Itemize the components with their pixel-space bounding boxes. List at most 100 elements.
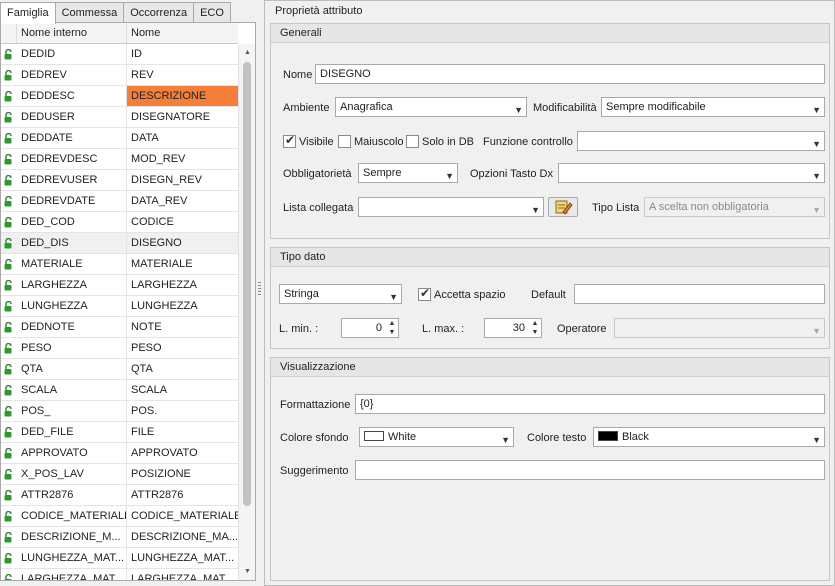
cell-nome-interno[interactable]: DED_DIS bbox=[17, 233, 127, 253]
edit-lista-button[interactable] bbox=[548, 197, 578, 217]
table-row[interactable]: POS_ POS. bbox=[1, 401, 238, 422]
table-row[interactable]: DEDDATE DATA bbox=[1, 128, 238, 149]
cell-nome[interactable]: PESO bbox=[127, 338, 238, 358]
cell-nome[interactable]: FILE bbox=[127, 422, 238, 442]
cell-nome-interno[interactable]: DEDUSER bbox=[17, 107, 127, 127]
table-row[interactable]: DED_COD CODICE bbox=[1, 212, 238, 233]
scroll-up-icon[interactable]: ▲ bbox=[239, 46, 255, 60]
table-row[interactable]: DEDID ID bbox=[1, 44, 238, 65]
lmin-stepper[interactable]: 0 ▲ ▼ bbox=[341, 318, 399, 338]
cell-nome[interactable]: SCALA bbox=[127, 380, 238, 400]
cell-nome[interactable]: DISEGNO bbox=[127, 233, 238, 253]
cell-nome-interno[interactable]: DEDREVUSER bbox=[17, 170, 127, 190]
tipo-lista-select[interactable]: A scelta non obbligatoria ▼ bbox=[644, 197, 825, 217]
colore-testo-select[interactable]: Black ▼ bbox=[593, 427, 825, 447]
cell-nome-interno[interactable]: DEDDESC bbox=[17, 86, 127, 106]
cell-nome-interno[interactable]: APPROVATO bbox=[17, 443, 127, 463]
cell-nome[interactable]: APPROVATO bbox=[127, 443, 238, 463]
table-row[interactable]: APPROVATO APPROVATO bbox=[1, 443, 238, 464]
cell-nome-interno[interactable]: LUNGHEZZA bbox=[17, 296, 127, 316]
cell-nome-interno[interactable]: DEDREVDATE bbox=[17, 191, 127, 211]
cell-nome-interno[interactable]: DEDREVDESC bbox=[17, 149, 127, 169]
cell-nome[interactable]: DISEGN_REV bbox=[127, 170, 238, 190]
table-row[interactable]: SCALA SCALA bbox=[1, 380, 238, 401]
table-row[interactable]: LUNGHEZZA LUNGHEZZA bbox=[1, 296, 238, 317]
solo-db-checkbox[interactable] bbox=[406, 135, 419, 148]
formattazione-input[interactable]: {0} bbox=[355, 394, 825, 414]
maiuscolo-checkbox[interactable] bbox=[338, 135, 351, 148]
tab-famiglia[interactable]: Famiglia bbox=[0, 2, 56, 24]
tab-commessa[interactable]: Commessa bbox=[54, 2, 125, 23]
table-row[interactable]: LARGHEZZA_MAT... LARGHEZZA_MAT... bbox=[1, 569, 238, 580]
cell-nome[interactable]: POSIZIONE bbox=[127, 464, 238, 484]
colore-sfondo-select[interactable]: White ▼ bbox=[359, 427, 514, 447]
lmax-stepper[interactable]: 30 ▲ ▼ bbox=[484, 318, 542, 338]
table-row[interactable]: DED_FILE FILE bbox=[1, 422, 238, 443]
cell-nome[interactable]: DISEGNATORE bbox=[127, 107, 238, 127]
table-row[interactable]: CODICE_MATERIALE CODICE_MATERIALE bbox=[1, 506, 238, 527]
table-row[interactable]: DEDREVDESC MOD_REV bbox=[1, 149, 238, 170]
tipo-dato-select[interactable]: Stringa ▼ bbox=[279, 284, 402, 304]
cell-nome-interno[interactable]: DEDNOTE bbox=[17, 317, 127, 337]
operatore-select[interactable]: ▼ bbox=[614, 318, 825, 338]
suggerimento-input[interactable] bbox=[355, 460, 825, 480]
cell-nome[interactable]: MOD_REV bbox=[127, 149, 238, 169]
tab-eco[interactable]: ECO bbox=[193, 2, 231, 23]
table-row[interactable]: DEDNOTE NOTE bbox=[1, 317, 238, 338]
scroll-thumb[interactable] bbox=[243, 62, 251, 506]
cell-nome-interno[interactable]: PESO bbox=[17, 338, 127, 358]
cell-nome[interactable]: DATA bbox=[127, 128, 238, 148]
cell-nome[interactable]: CODICE_MATERIALE bbox=[127, 506, 238, 526]
cell-nome[interactable]: ATTR2876 bbox=[127, 485, 238, 505]
cell-nome-interno[interactable]: MATERIALE bbox=[17, 254, 127, 274]
cell-nome[interactable]: DESCRIZIONE_MA... bbox=[127, 527, 238, 547]
ambiente-select[interactable]: Anagrafica ▼ bbox=[335, 97, 527, 117]
header-nome-interno[interactable]: Nome interno bbox=[17, 23, 127, 43]
funzione-controllo-select[interactable]: ▼ bbox=[577, 131, 825, 151]
nome-input[interactable]: DISEGNO bbox=[315, 64, 825, 84]
spin-arrows-icon[interactable]: ▲ ▼ bbox=[529, 319, 541, 337]
grid-scrollbar[interactable]: ▲ ▼ bbox=[238, 44, 255, 580]
table-row[interactable]: DEDDESC DESCRIZIONE bbox=[1, 86, 238, 107]
cell-nome-interno[interactable]: DEDID bbox=[17, 44, 127, 64]
cell-nome-interno[interactable]: DED_FILE bbox=[17, 422, 127, 442]
cell-nome[interactable]: DATA_REV bbox=[127, 191, 238, 211]
table-row[interactable]: DEDREVUSER DISEGN_REV bbox=[1, 170, 238, 191]
table-row[interactable]: MATERIALE MATERIALE bbox=[1, 254, 238, 275]
table-row[interactable]: DEDREV REV bbox=[1, 65, 238, 86]
cell-nome[interactable]: DESCRIZIONE bbox=[127, 86, 238, 106]
table-row[interactable]: X_POS_LAV POSIZIONE bbox=[1, 464, 238, 485]
modificabilita-select[interactable]: Sempre modificabile ▼ bbox=[601, 97, 825, 117]
cell-nome[interactable]: NOTE bbox=[127, 317, 238, 337]
cell-nome-interno[interactable]: ATTR2876 bbox=[17, 485, 127, 505]
cell-nome[interactable]: MATERIALE bbox=[127, 254, 238, 274]
tab-occorrenza[interactable]: Occorrenza bbox=[123, 2, 195, 23]
spin-arrows-icon[interactable]: ▲ ▼ bbox=[386, 319, 398, 337]
table-row[interactable]: PESO PESO bbox=[1, 338, 238, 359]
cell-nome[interactable]: POS. bbox=[127, 401, 238, 421]
cell-nome-interno[interactable]: POS_ bbox=[17, 401, 127, 421]
visibile-checkbox[interactable] bbox=[283, 133, 296, 148]
table-row[interactable]: DED_DIS DISEGNO bbox=[1, 233, 238, 254]
table-row[interactable]: DEDREVDATE DATA_REV bbox=[1, 191, 238, 212]
cell-nome-interno[interactable]: LARGHEZZA bbox=[17, 275, 127, 295]
cell-nome-interno[interactable]: DEDDATE bbox=[17, 128, 127, 148]
accetta-spazio-checkbox[interactable] bbox=[418, 286, 431, 301]
cell-nome[interactable]: ID bbox=[127, 44, 238, 64]
cell-nome-interno[interactable]: X_POS_LAV bbox=[17, 464, 127, 484]
table-row[interactable]: QTA QTA bbox=[1, 359, 238, 380]
cell-nome-interno[interactable]: SCALA bbox=[17, 380, 127, 400]
scroll-down-icon[interactable]: ▼ bbox=[239, 565, 255, 579]
cell-nome[interactable]: LARGHEZZA bbox=[127, 275, 238, 295]
cell-nome[interactable]: LARGHEZZA_MAT... bbox=[127, 569, 238, 580]
cell-nome-interno[interactable]: QTA bbox=[17, 359, 127, 379]
pane-splitter[interactable] bbox=[256, 0, 264, 586]
default-input[interactable] bbox=[574, 284, 825, 304]
table-row[interactable]: LARGHEZZA LARGHEZZA bbox=[1, 275, 238, 296]
header-nome[interactable]: Nome bbox=[127, 23, 238, 43]
cell-nome-interno[interactable]: LUNGHEZZA_MAT... bbox=[17, 548, 127, 568]
cell-nome[interactable]: LUNGHEZZA bbox=[127, 296, 238, 316]
cell-nome-interno[interactable]: DED_COD bbox=[17, 212, 127, 232]
opzioni-tasto-dx-select[interactable]: ▼ bbox=[558, 163, 825, 183]
obbligatorieta-select[interactable]: Sempre ▼ bbox=[358, 163, 458, 183]
